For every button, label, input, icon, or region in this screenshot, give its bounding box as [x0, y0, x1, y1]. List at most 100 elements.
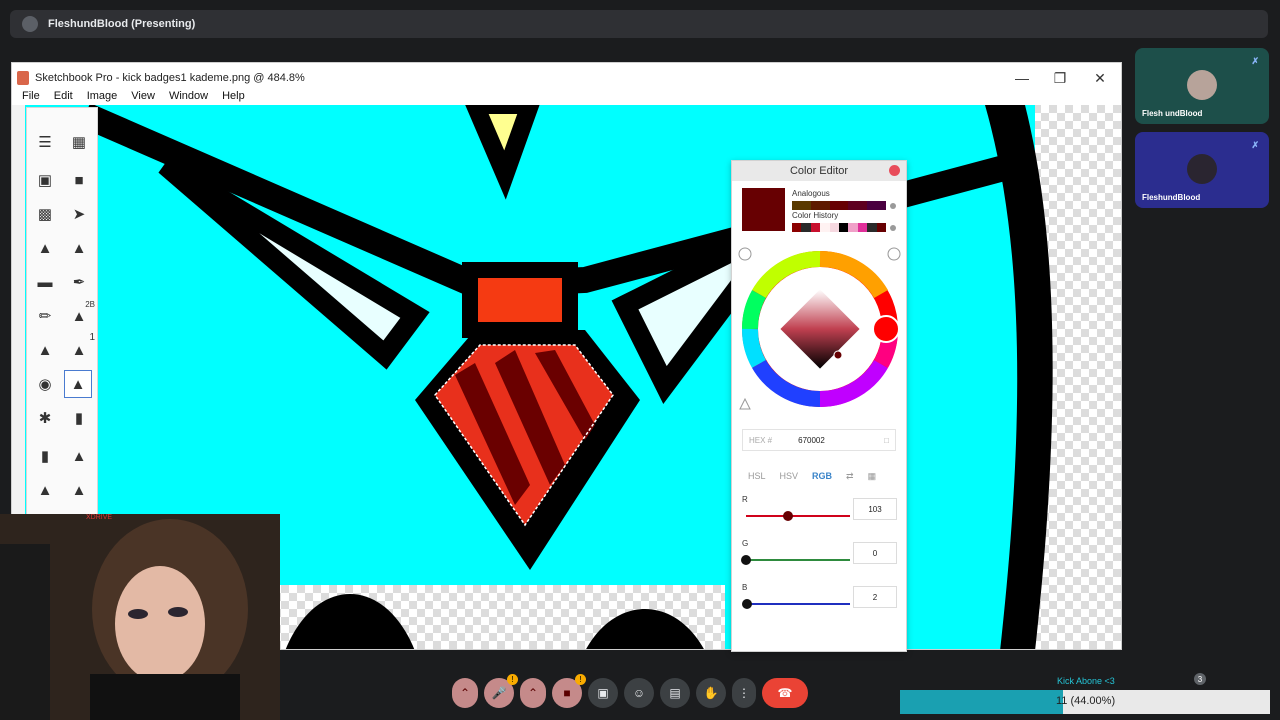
shuffle-icon[interactable]: ⇄	[846, 471, 854, 482]
progress-goal-label: Kick Abone <3	[1057, 676, 1115, 686]
channel-value-field[interactable]: 2	[853, 586, 897, 608]
avatar	[1187, 70, 1217, 100]
history-options-icon[interactable]	[890, 225, 896, 231]
smile-icon: ☺	[632, 686, 646, 700]
present-button[interactable]: ▣	[588, 678, 618, 708]
brush-properties-icon[interactable]: ☰	[31, 128, 59, 156]
color-chip[interactable]	[848, 223, 858, 232]
channel-label: R	[742, 495, 748, 504]
color-chip[interactable]	[792, 201, 811, 210]
hex-value[interactable]: 670002	[798, 436, 825, 445]
tab-hsv[interactable]: HSV	[780, 471, 799, 482]
color-chip[interactable]	[792, 223, 802, 232]
participant-tile[interactable]: ✗ FleshundBlood	[1135, 132, 1269, 208]
chevron-up-icon: ⌃	[527, 686, 539, 700]
menu-edit[interactable]: Edit	[54, 90, 73, 102]
color-chip[interactable]	[829, 223, 840, 232]
blender-tool-icon[interactable]: ▲	[65, 476, 93, 504]
participant-name: Flesh undBlood	[1142, 109, 1203, 118]
channel-slider-track[interactable]	[746, 559, 850, 561]
pencil-size-label: 2B	[85, 300, 95, 309]
brush-library-icon[interactable]: ▦	[65, 128, 93, 156]
pencil-tool-icon[interactable]: ✏	[31, 302, 59, 330]
marker-tool-icon[interactable]: ▲	[65, 234, 93, 262]
mic-toggle-button[interactable]: 🎤!	[484, 674, 518, 708]
color-chip[interactable]	[867, 201, 886, 210]
menu-window[interactable]: Window	[169, 90, 208, 102]
progress-fill	[900, 690, 1063, 714]
menu-file[interactable]: File	[22, 90, 40, 102]
camera-options-button[interactable]: ⌃	[520, 678, 546, 708]
menu-view[interactable]: View	[131, 90, 155, 102]
red-marker-tool-icon[interactable]: ▮	[65, 404, 93, 432]
channel-slider-knob[interactable]	[741, 555, 751, 565]
reactions-button[interactable]: ☺	[624, 678, 654, 708]
airbrush-tool-icon[interactable]: ▩	[31, 200, 59, 228]
presenter-avatar	[22, 16, 38, 32]
color-chip[interactable]	[839, 223, 849, 232]
tab-rgb[interactable]: RGB	[812, 471, 832, 482]
color-history-strip[interactable]	[792, 223, 887, 232]
color-editor-header: Color Editor	[732, 161, 906, 181]
color-chip[interactable]	[810, 223, 821, 232]
pen-tool-icon[interactable]: ▲	[31, 234, 59, 262]
color-chip[interactable]	[820, 223, 830, 232]
color-chip[interactable]	[867, 223, 877, 232]
call-controls: ⌃ 🎤! ⌃ ■! ▣ ☺ ▤ ✋ ⋮ ☎	[452, 674, 808, 708]
fine-pen-tool-icon[interactable]: ▲ 1	[65, 332, 95, 364]
color-chip[interactable]	[876, 223, 887, 232]
paintbrush-tool-icon[interactable]: ◉	[31, 370, 59, 398]
channel-value-field[interactable]: 103	[853, 498, 897, 520]
channel-slider-knob[interactable]	[741, 599, 752, 609]
camera-toggle-button[interactable]: ■!	[552, 674, 586, 708]
window-title: Sketchbook Pro - kick badges1 kademe.png…	[35, 72, 305, 84]
mic-off-icon: ✗	[1251, 56, 1259, 66]
avatar	[1187, 154, 1217, 184]
color-chip[interactable]	[801, 223, 811, 232]
clipboard-icon[interactable]: □	[884, 436, 889, 445]
captions-button[interactable]: ▤	[660, 678, 690, 708]
channel-value-field[interactable]: 0	[853, 542, 897, 564]
stamp-brush-tool-icon[interactable]: ✱	[31, 404, 59, 432]
color-chip[interactable]	[857, 223, 868, 232]
captions-icon: ▤	[669, 686, 681, 700]
spray-tool-icon[interactable]: ➤	[65, 200, 93, 228]
analogous-options-icon[interactable]	[890, 203, 896, 209]
eraser-tool-icon[interactable]: ▣	[31, 166, 59, 194]
color-mode-tabs: HSL HSV RGB ⇄ ▦	[748, 471, 876, 482]
channel-slider-track[interactable]	[746, 515, 850, 517]
people-count-badge: 3	[1194, 673, 1206, 685]
close-icon[interactable]	[889, 165, 900, 176]
menu-help[interactable]: Help	[222, 90, 245, 102]
smudge-tool-icon[interactable]: ▲	[31, 476, 59, 504]
more-options-button[interactable]: ⋮	[732, 678, 756, 708]
hard-pencil-tool-icon[interactable]: ▲ 2B	[65, 300, 95, 330]
channel-slider-knob[interactable]	[783, 511, 794, 521]
leave-call-button[interactable]: ☎	[762, 678, 808, 708]
color-chip[interactable]	[848, 201, 868, 210]
selected-brush-tool-icon[interactable]: ▲	[64, 370, 92, 398]
current-color-swatch	[742, 188, 785, 231]
analogous-strip[interactable]	[792, 201, 886, 210]
color-wheel[interactable]	[732, 241, 908, 421]
technical-pen-tool-icon[interactable]: ▲	[31, 336, 59, 364]
color-chip[interactable]	[810, 201, 830, 210]
soft-eraser-tool-icon[interactable]: ■	[65, 166, 93, 194]
channel-slider-track[interactable]	[746, 603, 850, 605]
crayon-tool-icon[interactable]: ▮	[31, 442, 59, 470]
phone-hangup-icon: ☎	[777, 686, 793, 700]
ink-pen-tool-icon[interactable]: ✒	[65, 268, 93, 296]
tab-hsl[interactable]: HSL	[748, 471, 766, 482]
webcam-overlay: XDRIVE	[0, 514, 280, 720]
menu-image[interactable]: Image	[87, 90, 118, 102]
mic-options-button[interactable]: ⌃	[452, 678, 478, 708]
hex-field[interactable]: HEX # 670002 □	[742, 429, 896, 451]
mic-off-icon: 🎤	[491, 686, 507, 700]
participant-tile[interactable]: ✗ Flesh undBlood	[1135, 48, 1269, 124]
chisel-tool-icon[interactable]: ▬	[31, 268, 59, 296]
analogous-label: Analogous	[792, 189, 830, 198]
calligraphy-tool-icon[interactable]: ▲	[65, 442, 93, 470]
color-chip[interactable]	[829, 201, 849, 210]
grid-icon[interactable]: ▦	[868, 471, 877, 482]
raise-hand-button[interactable]: ✋	[696, 678, 726, 708]
